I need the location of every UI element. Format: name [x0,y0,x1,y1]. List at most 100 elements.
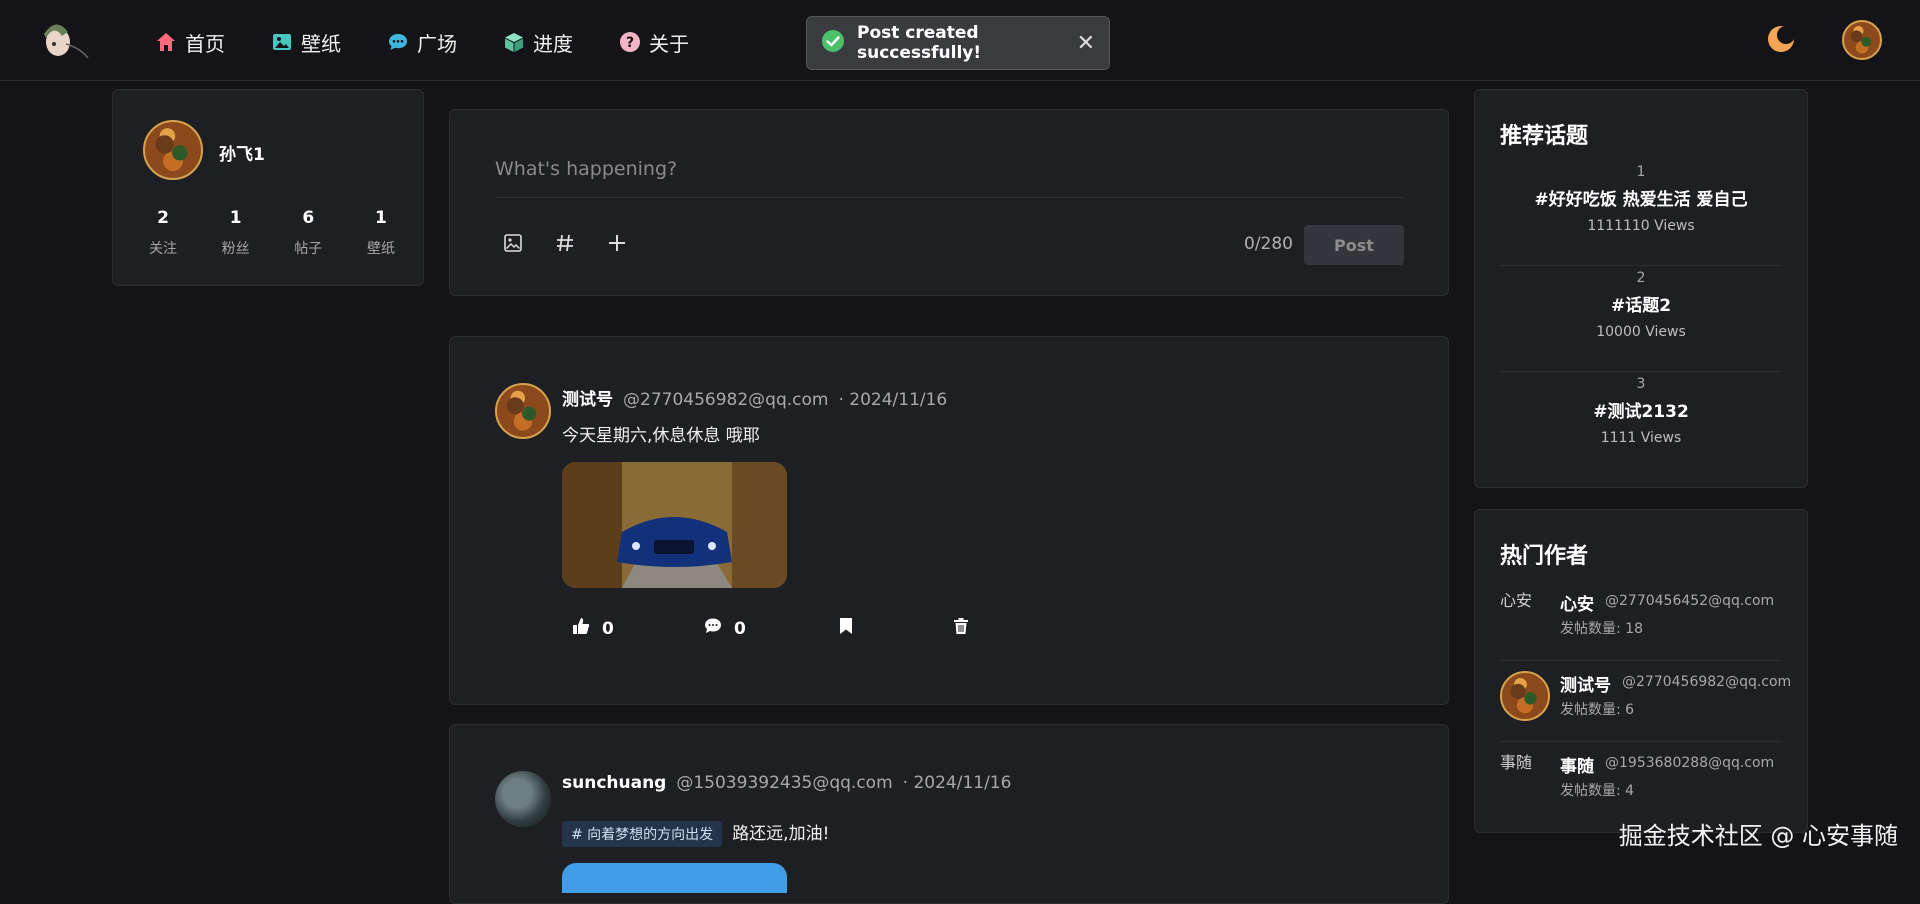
popular-authors: 热门作者 心安 心安 @2770456452@qq.com 发帖数量: 18 测… [1474,509,1808,833]
user-avatar[interactable] [1842,20,1882,60]
post-card: sunchuang @15039392435@qq.com · 2024/11/… [449,724,1449,904]
chat-icon [387,31,409,53]
comment-count: 0 [734,618,746,639]
main-nav: 首页 壁纸 广场 进度 ? 关于 [155,24,735,60]
topic-item[interactable]: 1 #好好吃饭 热爱生活 爱自己 1111110 Views [1500,160,1782,266]
post-image[interactable] [562,462,787,588]
post-text-row: # 向着梦想的方向出发 路还远,加油! [562,819,829,847]
check-circle-icon [821,29,845,57]
post-author[interactable]: 测试号 [562,385,613,410]
stat-label: 壁纸 [366,241,395,257]
like-count: 0 [602,618,614,639]
topic-name: #好好吃饭 热爱生活 爱自己 [1534,190,1748,210]
toast-message: Post created successfully! [857,23,982,63]
like-button[interactable]: 0 [572,617,704,640]
top-navbar: 首页 壁纸 广场 进度 ? 关于 Post created successful… [0,0,1920,81]
post-author[interactable]: sunchuang [562,773,666,793]
stat-following[interactable]: 2 关注 [127,208,199,258]
comment-icon [704,617,722,640]
bookmark-button[interactable] [838,617,952,640]
post-date: · 2024/11/16 [838,390,948,410]
stat-followers[interactable]: 1 粉丝 [200,208,272,258]
hashtag-icon[interactable] [554,232,576,254]
composer-toolbar [502,232,628,254]
topic-views: 1111110 Views [1587,218,1695,234]
profile-avatar[interactable] [143,120,203,180]
post-email: @2770456982@qq.com [623,390,829,410]
topic-rank: 3 [1636,376,1646,392]
nav-about[interactable]: ? 关于 [619,24,689,60]
post-header: sunchuang @15039392435@qq.com · 2024/11/… [562,773,1011,793]
close-icon[interactable]: ✕ [1077,31,1095,56]
author-name: 心安 [1560,595,1594,615]
profile-stats: 2 关注 1 粉丝 6 帖子 1 壁纸 [127,208,417,258]
author-post-count: 发帖数量: 4 [1560,783,1635,799]
char-counter: 0/280 [1244,234,1293,254]
profile-name[interactable]: 孙飞1 [219,140,265,165]
stat-posts[interactable]: 6 帖子 [272,208,344,258]
topic-name: #话题2 [1610,296,1672,316]
post-actions: 0 0 [572,617,970,640]
author-email: @1953680288@qq.com [1605,755,1775,771]
nav-wallpaper-label: 壁纸 [301,31,341,56]
comment-button[interactable]: 0 [704,617,838,640]
author-avatar[interactable] [1500,671,1550,721]
author-email: @2770456982@qq.com [1622,674,1792,690]
topic-rank: 1 [1636,164,1646,180]
author-avatar-broken-image-icon[interactable]: 心安 [1500,590,1550,640]
topic-item[interactable]: 2 #话题2 10000 Views [1500,266,1782,372]
author-avatar-broken-image-icon[interactable]: 事随 [1500,752,1550,802]
svg-text:?: ? [626,35,634,51]
nav-square[interactable]: 广场 [387,24,457,60]
delete-button[interactable] [952,617,970,640]
stat-label: 帖子 [294,241,323,257]
author-post-count: 发帖数量: 18 [1560,621,1643,637]
nav-wallpaper[interactable]: 壁纸 [271,24,341,60]
stat-value: 6 [302,208,315,228]
author-name: 测试号 [1560,676,1611,696]
post-author-avatar[interactable] [495,771,551,827]
post-header: 测试号 @2770456982@qq.com · 2024/11/16 [562,385,947,410]
theme-toggle-moon-icon[interactable] [1766,24,1796,54]
post-text: 今天星期六,休息休息 哦耶 [562,426,760,446]
stat-wallpapers[interactable]: 1 壁纸 [345,208,417,258]
post-tag[interactable]: # 向着梦想的方向出发 [562,821,723,847]
nav-progress[interactable]: 进度 [503,24,573,60]
home-icon [155,31,177,53]
nav-home-label: 首页 [185,31,225,56]
stat-label: 粉丝 [221,241,250,257]
topic-item[interactable]: 3 #测试2132 1111 Views [1500,372,1782,478]
author-item[interactable]: 心安 心安 @2770456452@qq.com 发帖数量: 18 [1500,580,1782,661]
section-title: 热门作者 [1500,544,1589,569]
author-item[interactable]: 测试号 @2770456982@qq.com 发帖数量: 6 [1500,661,1791,742]
topic-rank: 2 [1636,270,1646,286]
post-image[interactable] [562,863,787,893]
stat-value: 1 [375,208,387,228]
nav-square-label: 广场 [417,31,457,56]
watermark: 掘金技术社区 @ 心安事随 [1618,822,1898,850]
section-title: 推荐话题 [1500,124,1589,149]
nav-home[interactable]: 首页 [155,24,225,60]
author-item[interactable]: 事随 事随 @1953680288@qq.com 发帖数量: 4 [1500,742,1782,823]
site-logo[interactable] [36,14,92,64]
image-upload-icon[interactable] [502,232,524,254]
compose-input[interactable]: What's happening? [495,158,1405,198]
post-text: 路还远,加油! [732,824,830,844]
recommended-topics: 推荐话题 1 #好好吃饭 热爱生活 爱自己 1111110 Views 2 #话… [1474,89,1808,488]
success-toast: Post created successfully! ✕ [806,16,1110,70]
post-author-avatar[interactable] [495,383,551,439]
topic-list: 1 #好好吃饭 热爱生活 爱自己 1111110 Views 2 #话题2 10… [1500,160,1782,478]
topic-views: 1111 Views [1600,430,1682,446]
stat-label: 关注 [149,241,177,257]
stat-value: 2 [157,208,169,228]
bookmark-icon [838,617,854,640]
author-list: 心安 心安 @2770456452@qq.com 发帖数量: 18 测试号 @2… [1500,580,1791,823]
author-post-count: 发帖数量: 6 [1560,702,1635,718]
topic-views: 10000 Views [1596,324,1686,340]
post-composer: What's happening? 0/280 Post [449,109,1449,296]
trash-icon [952,617,970,640]
nav-about-label: 关于 [649,31,689,56]
post-date: · 2024/11/16 [902,773,1012,793]
plus-icon[interactable] [606,232,628,254]
post-button[interactable]: Post [1304,225,1404,265]
